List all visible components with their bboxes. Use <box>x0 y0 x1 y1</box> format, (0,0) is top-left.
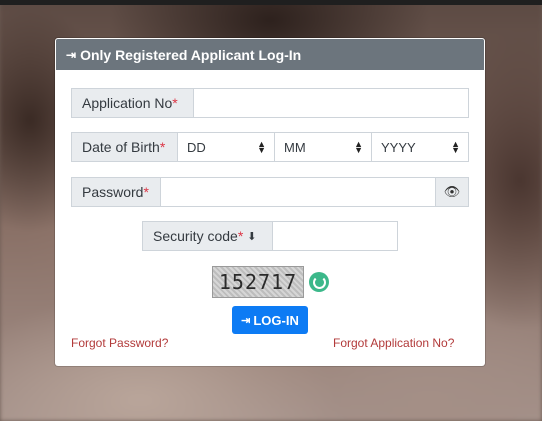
security-code-input[interactable] <box>273 221 398 251</box>
application-no-label: Application No * <box>71 88 194 118</box>
application-no-row: Application No * <box>71 88 469 118</box>
dob-day-select[interactable]: DD ▲ ▼ <box>178 132 275 162</box>
card-title: Only Registered Applicant Log-In <box>80 46 302 63</box>
select-arrows-icon: ▲ ▼ <box>257 139 266 155</box>
password-row: Password * 👁 <box>71 177 469 207</box>
arrow-circle-down-icon: ⬇ <box>247 230 257 243</box>
login-button[interactable]: ⇥ LOG-IN <box>232 306 308 334</box>
application-no-input[interactable] <box>194 88 469 118</box>
top-bar <box>0 0 542 5</box>
password-label: Password * <box>71 177 161 207</box>
select-arrows-icon: ▲ ▼ <box>451 139 460 155</box>
card-header: ⇥ Only Registered Applicant Log-In <box>56 39 484 70</box>
sign-in-icon: ⇥ <box>241 314 251 327</box>
security-code-row: Security code * ⬇ <box>142 221 398 251</box>
password-input[interactable] <box>161 177 436 207</box>
dob-year-select[interactable]: YYYY ▲ ▼ <box>372 132 469 162</box>
security-code-label: Security code * ⬇ <box>142 221 273 251</box>
captcha-image: 152717 <box>212 266 304 298</box>
sign-in-icon: ⇥ <box>66 47 77 62</box>
select-arrows-icon: ▲ ▼ <box>354 139 363 155</box>
dob-row: Date of Birth * DD ▲ ▼ MM ▲ ▼ YYYY ▲ ▼ <box>71 132 469 162</box>
refresh-icon[interactable] <box>309 272 329 292</box>
eye-icon[interactable]: 👁 <box>436 177 469 207</box>
dob-label: Date of Birth * <box>71 132 178 162</box>
dob-month-select[interactable]: MM ▲ ▼ <box>275 132 372 162</box>
forgot-application-link[interactable]: Forgot Application No? <box>333 336 454 350</box>
forgot-password-link[interactable]: Forgot Password? <box>71 336 168 350</box>
